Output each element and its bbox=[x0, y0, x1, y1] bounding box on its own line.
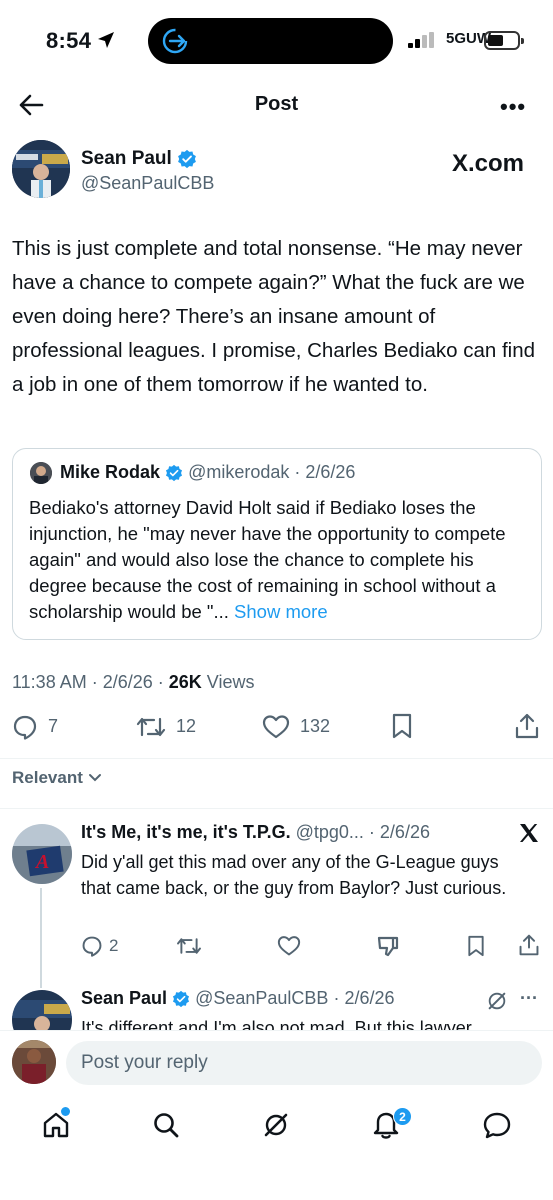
like-count: 132 bbox=[300, 716, 331, 736]
repost-icon[interactable] bbox=[176, 935, 202, 957]
svg-text:A: A bbox=[34, 851, 49, 873]
reply-icon[interactable] bbox=[81, 935, 103, 957]
post-timestamp: 11:38 AM · 2/6/26 · 26K Views bbox=[12, 672, 255, 693]
quote-author-handle: @mikerodak bbox=[188, 462, 290, 482]
messages-icon[interactable] bbox=[482, 1111, 512, 1139]
bookmark-icon[interactable] bbox=[390, 713, 414, 739]
reply-input[interactable] bbox=[66, 1041, 542, 1085]
page-title: Post bbox=[254, 93, 299, 115]
repost-icon[interactable] bbox=[136, 714, 166, 740]
location-arrow-icon bbox=[98, 32, 114, 48]
quote-author-name: Mike Rodak bbox=[60, 462, 161, 482]
dynamic-island bbox=[148, 18, 393, 64]
post-text: This is just complete and total nonsense… bbox=[12, 237, 536, 396]
link-arrow-icon bbox=[162, 28, 188, 54]
search-icon[interactable] bbox=[152, 1111, 180, 1139]
signal-icon bbox=[408, 32, 434, 48]
battery-icon bbox=[484, 31, 524, 50]
reply-author-handle[interactable]: @tpg0... bbox=[296, 822, 364, 842]
quote-date: · 2/6/26 bbox=[294, 462, 356, 482]
sort-label[interactable]: Relevant bbox=[12, 768, 83, 787]
reply-date: · 2/6/26 bbox=[333, 988, 395, 1008]
verified-badge-icon bbox=[173, 991, 190, 1008]
like-icon[interactable] bbox=[262, 714, 290, 740]
quote-text-block: Bediako's attorney David Holt said if Be… bbox=[29, 495, 529, 625]
author-name-row[interactable]: Sean Paul bbox=[81, 148, 197, 170]
share-icon[interactable] bbox=[514, 712, 540, 740]
reply-header: It's Me, it's me, it's T.P.G. @tpg0... ·… bbox=[81, 822, 430, 843]
verified-badge-icon bbox=[166, 465, 183, 482]
reply-count: 2 bbox=[109, 936, 119, 955]
grok-icon[interactable] bbox=[262, 1111, 290, 1139]
reply-header: Sean Paul @SeanPaulCBB · 2/6/26 bbox=[81, 988, 395, 1009]
post-time: 11:38 AM · 2/6/26 · bbox=[12, 672, 169, 692]
reply-author-name[interactable]: It's Me, it's me, it's T.P.G. bbox=[81, 822, 291, 842]
reply-text: It's different and I'm also not mad. But… bbox=[81, 1018, 472, 1031]
reply-date: · 2/6/26 bbox=[368, 822, 430, 842]
repost-count: 12 bbox=[176, 716, 197, 736]
more-options-icon[interactable]: ••• bbox=[500, 94, 526, 120]
divider bbox=[0, 808, 553, 809]
xcom-logo: X.com bbox=[452, 150, 525, 177]
chevron-down-icon bbox=[88, 774, 101, 782]
quote-header: Mike Rodak @mikerodak · 2/6/26 bbox=[60, 462, 355, 483]
reply-text: Did y'all get this mad over any of the G… bbox=[81, 852, 507, 898]
views-label: Views bbox=[201, 672, 255, 692]
bookmark-icon[interactable] bbox=[466, 934, 486, 958]
reply-author-handle[interactable]: @SeanPaulCBB bbox=[195, 988, 328, 1008]
verified-badge-icon bbox=[178, 149, 197, 169]
reply-icon[interactable] bbox=[12, 714, 38, 740]
divider bbox=[0, 758, 553, 759]
author-handle[interactable]: @SeanPaulCBB bbox=[81, 173, 214, 194]
more-options-icon[interactable]: ··· bbox=[520, 988, 538, 1009]
like-icon[interactable] bbox=[277, 935, 301, 957]
grok-icon[interactable] bbox=[486, 990, 508, 1012]
notifications-badge: 2 bbox=[393, 1107, 412, 1126]
show-more-link[interactable]: Show more bbox=[234, 601, 328, 622]
reply-author-name[interactable]: Sean Paul bbox=[81, 988, 167, 1008]
quote-author-avatar bbox=[30, 462, 52, 484]
sort-dropdown[interactable]: Relevant bbox=[12, 768, 102, 788]
thread-line bbox=[40, 888, 42, 988]
dislike-icon[interactable] bbox=[376, 934, 400, 958]
reply-avatar[interactable]: A bbox=[12, 824, 72, 884]
x-logo-icon bbox=[520, 824, 538, 842]
views-count: 26K bbox=[168, 672, 202, 692]
share-icon[interactable] bbox=[518, 933, 540, 957]
reply-count: 7 bbox=[48, 716, 59, 736]
author-avatar[interactable] bbox=[12, 140, 70, 198]
my-avatar[interactable] bbox=[12, 1040, 56, 1084]
tab-bar bbox=[0, 1094, 553, 1200]
home-unread-dot bbox=[61, 1107, 70, 1116]
status-time: 8:54 bbox=[46, 28, 92, 53]
author-name[interactable]: Sean Paul bbox=[81, 148, 172, 169]
